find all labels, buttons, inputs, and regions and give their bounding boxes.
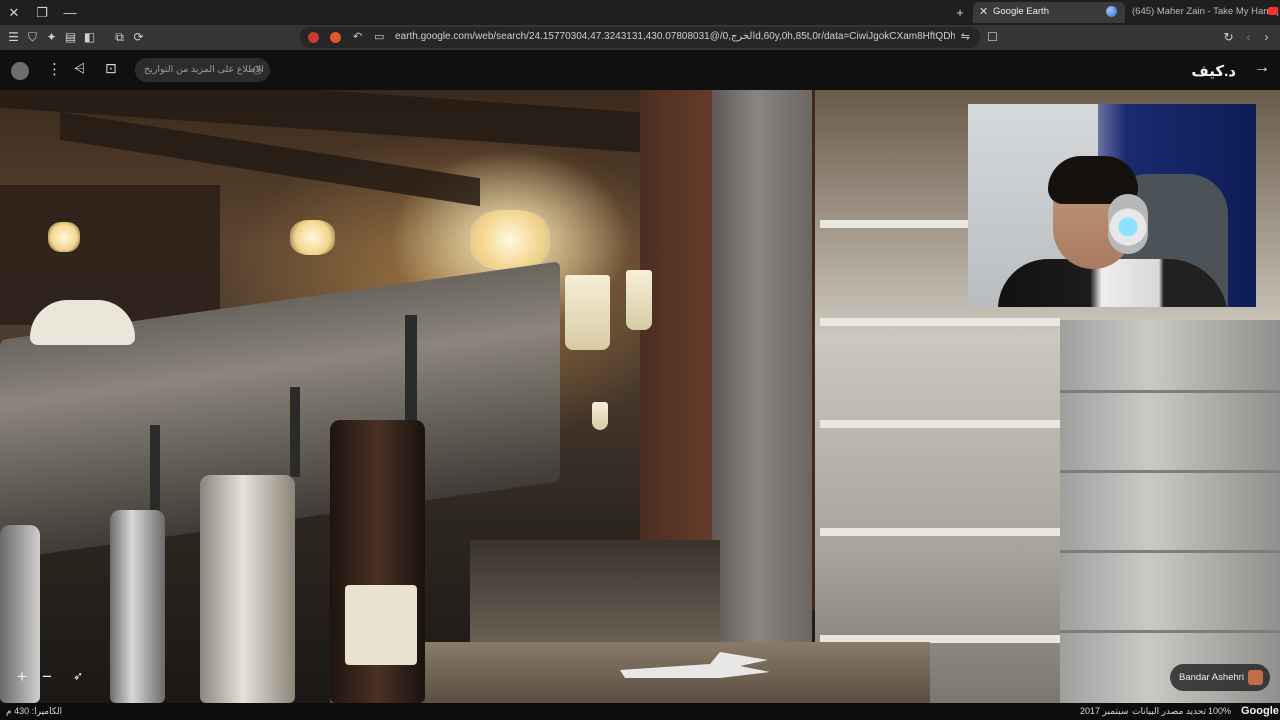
forward-icon[interactable]: › <box>1258 29 1275 46</box>
close-window-icon[interactable]: ✕ <box>5 4 23 22</box>
aisle-floor <box>470 540 720 650</box>
shelf <box>820 420 1060 428</box>
screenshot-icon[interactable]: ⧉ <box>111 29 128 46</box>
more-options-icon[interactable]: ⋮ <box>47 60 62 78</box>
google-earth-favicon-icon <box>1106 6 1117 17</box>
extensions-icon[interactable]: ✦ <box>43 29 60 46</box>
tab-strip: ✕ ❐ — + ✕ Google Earth (645) Maher Zain … <box>0 0 1280 25</box>
reload-icon[interactable]: ↻ <box>1220 29 1237 46</box>
share-icon[interactable]: ⩤ <box>74 60 85 77</box>
pendant-lamp <box>565 275 610 350</box>
bottle-label <box>345 585 417 665</box>
tab-google-earth[interactable]: ✕ Google Earth <box>973 2 1125 23</box>
url-text[interactable]: earth.google.com/web/search/24.15770304,… <box>395 31 955 42</box>
tab-title: Google Earth <box>993 6 1049 17</box>
syrup-bottle <box>110 510 165 703</box>
syrup-pump <box>290 387 300 477</box>
navigation-arrow-icon[interactable] <box>620 648 770 678</box>
tab-title: (645) Maher Zain - Take My Hand | O <box>1132 6 1280 17</box>
contributor-chip[interactable]: Bandar Ashehri <box>1170 664 1270 691</box>
shelf <box>820 318 1060 326</box>
adblock-badge-icon[interactable] <box>308 32 319 43</box>
status-bar: الكاميرا: 430 م سبتمبر 2017 تحديد مصدر ا… <box>0 703 1280 720</box>
restore-window-icon[interactable]: ❐ <box>33 4 51 22</box>
pendant-lamp <box>592 402 608 430</box>
bookmark-icon[interactable]: ☐ <box>984 29 1001 46</box>
tab-groups-icon[interactable]: ▤ <box>62 29 79 46</box>
zoom-out-button[interactable]: − <box>37 667 57 689</box>
ceiling-light <box>470 210 550 270</box>
tab-youtube[interactable]: (645) Maher Zain - Take My Hand | O <box>1128 2 1280 23</box>
barista-cap <box>30 300 135 345</box>
zoom-in-button[interactable]: + <box>12 667 32 689</box>
ceiling-light <box>48 222 80 252</box>
screenshot-capture-icon[interactable]: ⊡ <box>105 60 117 77</box>
history-label: الاطلاع على المزيد من التواريخ <box>144 64 264 75</box>
google-logo: Google <box>1241 705 1279 717</box>
imagery-date: سبتمبر 2017 <box>1080 706 1129 716</box>
history-clock-icon: ◷ <box>252 64 262 76</box>
camera-altitude: الكاميرا: 430 م <box>6 706 63 716</box>
zoom-percent: 100% <box>1208 706 1232 716</box>
back-history-icon[interactable]: ↶ <box>353 30 362 43</box>
container-rib <box>1060 630 1280 633</box>
container-rib <box>1060 470 1280 473</box>
youtube-favicon-icon <box>1268 7 1278 15</box>
contributor-avatar <box>1248 670 1263 685</box>
contributor-name: Bandar Ashehri <box>1179 672 1244 683</box>
historical-imagery-button[interactable]: الاطلاع على المزيد من التواريخ ◷ <box>135 58 270 82</box>
data-attribution-link[interactable]: تحديد مصدر البيانات <box>1132 706 1206 717</box>
syrup-pump <box>405 315 417 425</box>
share-link-icon[interactable]: ⟳ <box>130 29 147 46</box>
headset-icon <box>1108 194 1148 254</box>
streamer-body <box>998 259 1228 307</box>
account-avatar-icon[interactable] <box>11 62 29 80</box>
sidebar-icon[interactable]: ◧ <box>81 29 98 46</box>
place-title: د.كيف <box>1191 63 1236 80</box>
container-rib <box>1060 550 1280 553</box>
container-rib <box>1060 390 1280 393</box>
shipping-container-wall <box>1060 320 1280 703</box>
tab-close-icon[interactable]: ✕ <box>979 5 988 18</box>
new-tab-icon[interactable]: + <box>951 4 969 22</box>
syrup-pump <box>150 425 160 510</box>
shelf <box>820 528 1060 536</box>
webcam-overlay <box>968 104 1256 307</box>
concrete-pillar <box>712 90 812 650</box>
minimize-window-icon[interactable]: — <box>61 4 79 22</box>
pendant-lamp <box>626 270 652 330</box>
menu-icon[interactable]: ☰ <box>5 29 22 46</box>
site-settings-icon[interactable]: ⇋ <box>961 30 970 43</box>
compass-icon[interactable]: ➶ <box>68 669 88 689</box>
syrup-bottle <box>200 475 295 703</box>
brave-shield-icon[interactable] <box>330 32 341 43</box>
ceiling-light <box>290 220 335 255</box>
back-arrow-icon[interactable]: → <box>1254 59 1270 77</box>
shield-icon[interactable]: ⛉ <box>24 29 41 46</box>
back-icon[interactable]: ‹ <box>1240 29 1257 46</box>
page-info-icon[interactable]: ▭ <box>374 30 384 43</box>
